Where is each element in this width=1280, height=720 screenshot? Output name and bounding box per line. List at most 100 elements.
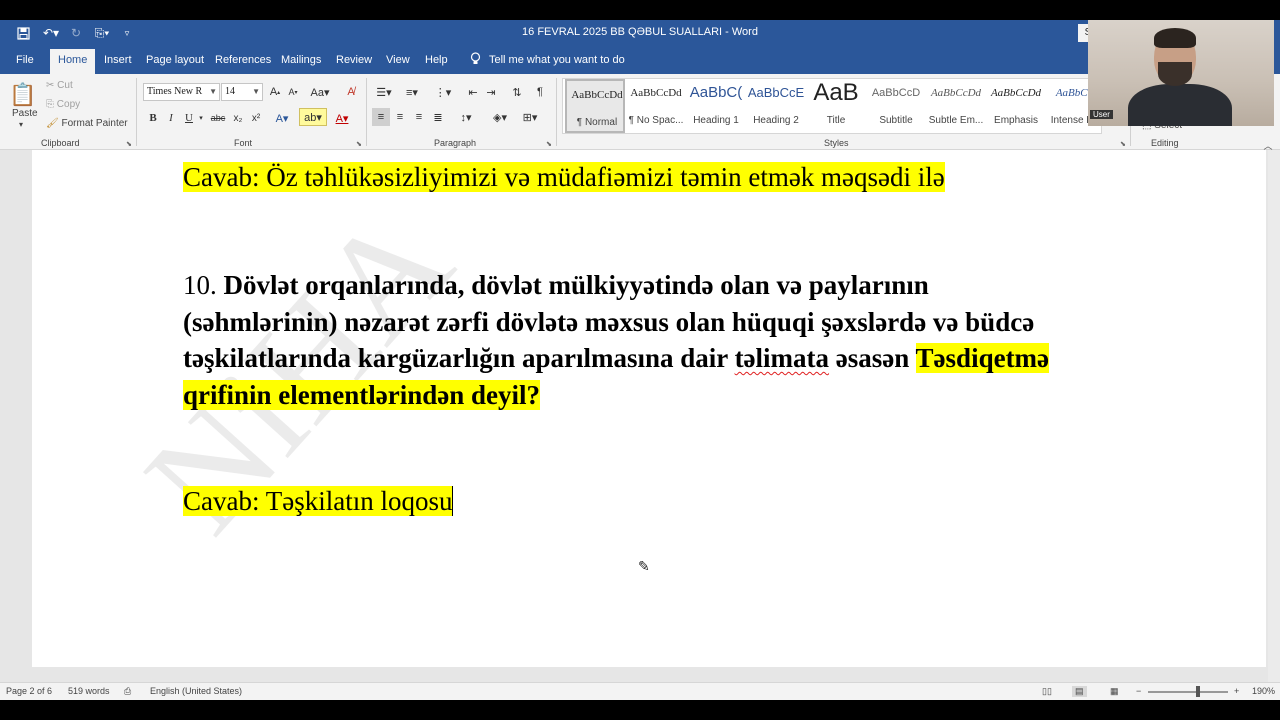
change-case-icon[interactable]: Aa▾ [308,83,332,101]
print-layout-icon[interactable]: ▤ [1072,686,1087,697]
zoom-in-icon[interactable]: + [1234,686,1239,696]
editing-group-label: Editing [1151,138,1179,148]
style-sample: AaB [813,79,859,106]
font-size-combo[interactable]: 14 ▼ [221,83,263,101]
group-separator [556,78,557,146]
increase-indent-icon[interactable]: ⇥ [482,83,500,101]
align-center-icon[interactable]: ≡ [391,108,409,126]
lightbulb-icon [470,52,481,68]
question-text-3b: təlimata [734,343,830,373]
tab-insert[interactable]: Insert [104,52,132,74]
document-page[interactable]: NiHA Cavab: Öz təhlükəsizliyimizi və müd… [32,150,1266,667]
font-size-value: 14 [225,86,235,97]
numbering-icon[interactable]: ≡▾ [400,83,424,101]
tab-review[interactable]: Review [336,52,372,74]
styles-group-label: Styles [824,138,849,148]
style-title[interactable]: AaB Title [806,79,866,133]
strikethrough-icon[interactable]: abc [209,109,227,127]
font-launcher-icon[interactable]: ⬊ [356,140,362,148]
underline-icon[interactable]: U [180,109,198,127]
tab-view[interactable]: View [386,52,410,74]
status-bar: Page 2 of 6 519 words ⎙ English (United … [0,682,1280,700]
zoom-slider[interactable] [1148,691,1228,693]
language-indicator[interactable]: English (United States) [150,686,242,696]
copy-button[interactable]: ⎘ Copy [46,99,80,110]
question-text-1: Dövlət orqanlarında, dövlət mülkiyyətind… [223,270,929,300]
font-name-combo[interactable]: Times New R ▼ [143,83,220,101]
style-heading-2[interactable]: AaBbCcE Heading 2 [746,79,806,133]
superscript-icon[interactable]: x² [247,109,265,127]
grow-font-icon[interactable]: A ▴ [266,83,284,101]
paragraph-launcher-icon[interactable]: ⬊ [546,140,552,148]
bullets-icon[interactable]: ☰▾ [372,83,396,101]
paste-icon[interactable]: 📋 [9,80,36,110]
webcam-overlay: User [1088,20,1274,126]
tab-references[interactable]: References [215,52,271,74]
proofing-icon[interactable]: ⎙ [124,686,131,697]
tab-mailings[interactable]: Mailings [281,52,321,74]
web-layout-icon[interactable]: ▦ [1110,686,1119,697]
style-name: Title [826,115,846,126]
tell-me-text: Tell me what you want to do [489,54,625,66]
text-caret [452,486,454,516]
style-subtitle[interactable]: AaBbCcD Subtitle [866,79,926,133]
scissors-icon: ✂ [46,80,55,91]
style-name: Subtitle [879,115,913,126]
style-name: ¶ No Spac... [628,115,684,126]
sort-icon[interactable]: ⇅ [508,83,526,101]
copy-icon: ⎘ [46,99,54,110]
question-text-3a: təşkilatlarında kargüzarlığın aparılması… [183,343,728,373]
question-line-3: təşkilatlarında kargüzarlığın aparılması… [183,343,1050,374]
vertical-scrollbar[interactable] [1268,150,1280,682]
format-painter-button[interactable]: 🖌 Format Painter [46,118,128,129]
style-no-spacing[interactable]: AaBbCcDd ¶ No Spac... [626,79,686,133]
text-effects-icon[interactable]: A▾ [273,109,291,127]
underline-dropdown-icon[interactable]: ▾ [197,109,205,127]
italic-icon[interactable]: I [162,109,180,127]
paste-button[interactable]: Paste [12,108,38,119]
tell-me-box[interactable]: Tell me what you want to do [470,52,625,68]
subscript-icon[interactable]: x₂ [229,109,247,127]
clipboard-launcher-icon[interactable]: ⬊ [126,140,132,148]
style-subtle-emphasis[interactable]: AaBbCcDd Subtle Em... [926,79,986,133]
style-heading-1[interactable]: AaBbC( Heading 1 [686,79,746,133]
pen-cursor-icon: ✎ [638,558,650,574]
chevron-down-icon: ▼ [209,87,217,96]
borders-icon[interactable]: ⊞▾ [518,108,542,126]
question-line-1: 10. Dövlət orqanlarında, dövlət mülkiyyə… [183,270,929,301]
word-count[interactable]: 519 words [68,686,110,696]
justify-icon[interactable]: ≣ [429,108,447,126]
tab-home[interactable]: Home [50,49,96,74]
style-emphasis[interactable]: AaBbCcDd Emphasis [986,79,1046,133]
cut-button[interactable]: ✂ Cut [46,80,73,91]
style-name: Subtle Em... [928,115,984,126]
zoom-thumb[interactable] [1196,686,1200,697]
chevron-down-icon: ▼ [252,87,260,96]
highlight-color-icon[interactable]: ab▾ [299,108,327,126]
align-left-icon[interactable]: ≡ [372,108,390,126]
multilevel-list-icon[interactable]: ⋮▾ [430,83,456,101]
clear-formatting-icon[interactable]: A̸ [342,83,360,101]
zoom-level[interactable]: 190% [1252,686,1275,696]
style-name: Heading 2 [753,115,799,126]
line-spacing-icon[interactable]: ↕▾ [454,108,478,126]
read-mode-icon[interactable]: ▯▯ [1042,686,1052,697]
shrink-font-icon[interactable]: A ▾ [284,83,302,101]
bold-icon[interactable]: B [144,109,162,127]
decrease-indent-icon[interactable]: ⇤ [464,83,482,101]
tab-help[interactable]: Help [425,52,448,74]
font-color-icon[interactable]: A▾ [330,109,354,127]
paste-dropdown-icon[interactable]: ▾ [19,120,23,129]
zoom-out-icon[interactable]: − [1136,686,1141,696]
document-area[interactable]: NiHA Cavab: Öz təhlükəsizliyimizi və müd… [0,150,1280,682]
style-normal[interactable]: AaBbCcDd ¶ Normal [565,79,625,133]
styles-launcher-icon[interactable]: ⬊ [1120,140,1126,148]
pilcrow-icon[interactable]: ¶ [531,83,549,101]
tab-file[interactable]: File [16,52,34,74]
align-right-icon[interactable]: ≡ [410,108,428,126]
page-indicator[interactable]: Page 2 of 6 [6,686,52,696]
tab-page-layout[interactable]: Page layout [146,52,204,74]
answer-line-1: Cavab: Öz təhlükəsizliyimizi və müdafiəm… [183,162,945,193]
answer-text-1: Cavab: Öz təhlükəsizliyimizi və müdafiəm… [183,162,945,192]
shading-icon[interactable]: ◈▾ [488,108,512,126]
